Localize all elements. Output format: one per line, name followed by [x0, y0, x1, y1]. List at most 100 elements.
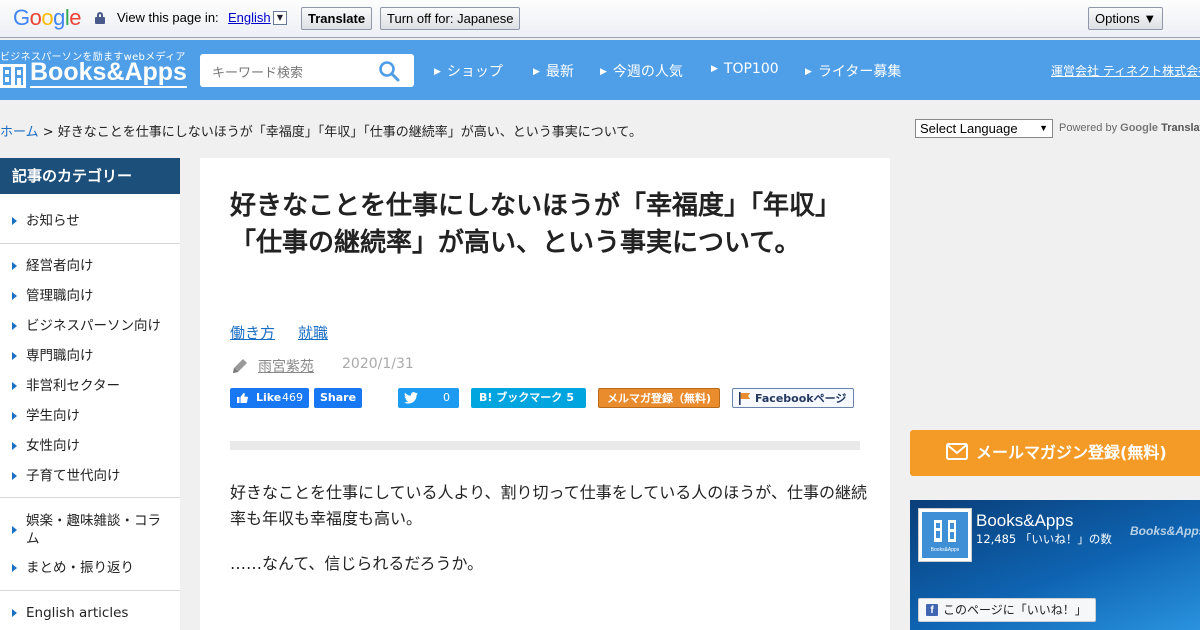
- twitter-bird-icon: [404, 392, 418, 404]
- translate-button[interactable]: Translate: [301, 7, 373, 30]
- breadcrumb-separator: >: [38, 125, 58, 140]
- search-icon[interactable]: [378, 60, 400, 82]
- thumbs-up-icon: [237, 393, 248, 403]
- target-language-link[interactable]: English: [228, 10, 271, 25]
- select-language-dropdown[interactable]: Select Language ▼: [915, 119, 1053, 138]
- chevron-down-icon[interactable]: ▼: [273, 11, 287, 25]
- triangle-right-icon: [12, 382, 17, 390]
- chevron-right-icon: ▶: [805, 67, 812, 77]
- chevron-right-icon: ▶: [711, 64, 718, 74]
- hatena-count: 5: [566, 391, 574, 404]
- sidebar-item-women[interactable]: 女性向け: [0, 437, 180, 455]
- sidebar-item-executives[interactable]: 経営者向け: [0, 257, 180, 275]
- sidebar-item-business-persons[interactable]: ビジネスパーソン向け: [0, 317, 180, 335]
- breadcrumb-home-link[interactable]: ホーム: [0, 125, 39, 140]
- mail-magazine-label: メールマガジン登録(無料): [976, 443, 1167, 462]
- books-apps-logo-icon: Books&Apps: [922, 512, 968, 558]
- powered-by-google-translate: Powered by Google Translate: [1059, 122, 1200, 134]
- page-like-label: このページに「いいね！」: [943, 603, 1087, 617]
- sidebar-item-label: ビジネスパーソン向け: [26, 318, 161, 334]
- select-language-value: Select Language: [920, 121, 1018, 136]
- triangle-right-icon: [12, 262, 17, 270]
- sidebar-heading: 記事のカテゴリー: [0, 158, 180, 194]
- google-translate-bar: Google View this page in: English ▼ Tran…: [0, 0, 1200, 38]
- like-label: Like: [256, 391, 282, 404]
- chevron-down-icon: ▼: [1039, 123, 1048, 133]
- sidebar-item-label: 子育て世代向け: [26, 468, 121, 484]
- sidebar-item-entertainment[interactable]: 娯楽・趣味雑談・コラム: [0, 512, 170, 548]
- facebook-page-label: Facebookページ: [755, 392, 847, 405]
- nav-writer-recruit[interactable]: ▶ ライター募集: [805, 61, 901, 81]
- facebook-like-button[interactable]: Like 469: [230, 388, 309, 408]
- sidebar-item-professionals[interactable]: 専門職向け: [0, 347, 180, 365]
- sidebar-divider: [0, 590, 180, 591]
- nav-label: ショップ: [446, 64, 503, 80]
- tag-link[interactable]: 就職: [298, 322, 328, 343]
- publish-date: 2020/1/31: [342, 356, 414, 372]
- options-button[interactable]: Options ▼: [1088, 7, 1164, 30]
- sidebar-item-label: まとめ・振り返り: [26, 560, 134, 576]
- article-paragraph: 好きなことを仕事にしている人より、割り切って仕事をしている人のほうが、仕事の継続…: [230, 483, 867, 528]
- pencil-icon: [233, 359, 247, 373]
- view-page-label: View this page in:: [117, 10, 219, 25]
- site-logo-text[interactable]: Books&Apps: [30, 58, 187, 88]
- tag-link[interactable]: 働き方: [230, 322, 275, 343]
- nav-weekly-popular[interactable]: ▶ 今週の人気: [600, 61, 683, 81]
- page-like-count: 12,485 「いいね！」の数: [976, 532, 1112, 546]
- chevron-right-icon: ▶: [600, 67, 607, 77]
- nav-top100[interactable]: ▶ TOP100: [711, 61, 779, 77]
- flag-icon: [739, 392, 751, 405]
- nav-latest[interactable]: ▶ 最新: [533, 61, 574, 81]
- sidebar-item-label: 管理職向け: [26, 288, 94, 304]
- hatena-label: B! ブックマーク: [479, 391, 563, 404]
- chevron-right-icon: ▶: [434, 67, 441, 77]
- sidebar-item-label: お知らせ: [26, 213, 80, 229]
- page-like-button[interactable]: f このページに「いいね！」: [918, 598, 1096, 622]
- triangle-right-icon: [12, 472, 17, 480]
- sidebar-item-news[interactable]: お知らせ: [0, 212, 180, 230]
- sidebar-item-label: 女性向け: [26, 438, 80, 454]
- hatena-bookmark-button[interactable]: B! ブックマーク 5: [471, 388, 586, 408]
- triangle-right-icon: [12, 322, 17, 330]
- sidebar-item-parents[interactable]: 子育て世代向け: [0, 467, 180, 485]
- like-count: 469: [282, 391, 303, 404]
- sidebar-item-nonprofit[interactable]: 非営利セクター: [0, 377, 180, 395]
- triangle-right-icon: [12, 609, 17, 617]
- facebook-page-widget: Books&Apps Books&Apps 12,485 「いいね！」の数 Bo…: [910, 500, 1200, 630]
- sidebar-divider: [0, 497, 180, 498]
- site-header: ビジネスパーソンを励ますwebメディア Books&Apps キーワード検索 ▶…: [0, 40, 1200, 100]
- sidebar-item-label: 非営利セクター: [26, 378, 120, 394]
- mailmag-subscribe-button[interactable]: メルマガ登録（無料): [598, 388, 720, 408]
- author-link[interactable]: 雨宮紫苑: [258, 356, 314, 376]
- cover-watermark: Books&Apps: [1130, 524, 1200, 538]
- mail-magazine-button[interactable]: メールマガジン登録(無料): [910, 430, 1200, 476]
- tweet-count: 0: [443, 391, 450, 404]
- facebook-share-button[interactable]: Share: [314, 388, 362, 408]
- search-input[interactable]: キーワード検索: [212, 62, 303, 81]
- page-avatar[interactable]: Books&Apps: [918, 508, 972, 562]
- sidebar-item-label: 学生向け: [26, 408, 80, 424]
- article-paragraph: ……なんて、信じられるだろうか。: [230, 554, 484, 573]
- breadcrumb: ホーム > 好きなことを仕事にしないほうが「幸福度」「年収」「仕事の継続率」が高…: [0, 121, 642, 140]
- sidebar-item-summaries[interactable]: まとめ・振り返り: [0, 559, 180, 577]
- page-name[interactable]: Books&Apps: [976, 511, 1073, 531]
- chevron-right-icon: ▶: [533, 67, 540, 77]
- article-title: 好きなことを仕事にしないほうが「幸福度」「年収」「仕事の継続率」が高い、という事…: [230, 191, 842, 258]
- facebook-page-button[interactable]: Facebookページ: [732, 388, 854, 408]
- triangle-right-icon: [12, 412, 17, 420]
- triangle-right-icon: [12, 292, 17, 300]
- envelope-icon: [946, 443, 968, 460]
- sidebar-item-managers[interactable]: 管理職向け: [0, 287, 180, 305]
- search-box[interactable]: キーワード検索: [200, 54, 414, 87]
- translate-label: Translate: [1161, 122, 1200, 134]
- triangle-right-icon: [12, 442, 17, 450]
- sidebar-item-students[interactable]: 学生向け: [0, 407, 180, 425]
- google-mini-logo: Google: [1120, 122, 1159, 134]
- turn-off-button[interactable]: Turn off for: Japanese: [380, 7, 521, 30]
- sidebar-item-english[interactable]: English articles: [0, 604, 180, 622]
- corporate-link[interactable]: 運営会社 ティネクト株式会社: [1051, 62, 1200, 79]
- svg-text:Books&Apps: Books&Apps: [931, 547, 960, 553]
- tweet-button[interactable]: 0: [398, 388, 459, 408]
- books-apps-logo-icon[interactable]: [0, 64, 26, 88]
- nav-shop[interactable]: ▶ ショップ: [434, 61, 503, 81]
